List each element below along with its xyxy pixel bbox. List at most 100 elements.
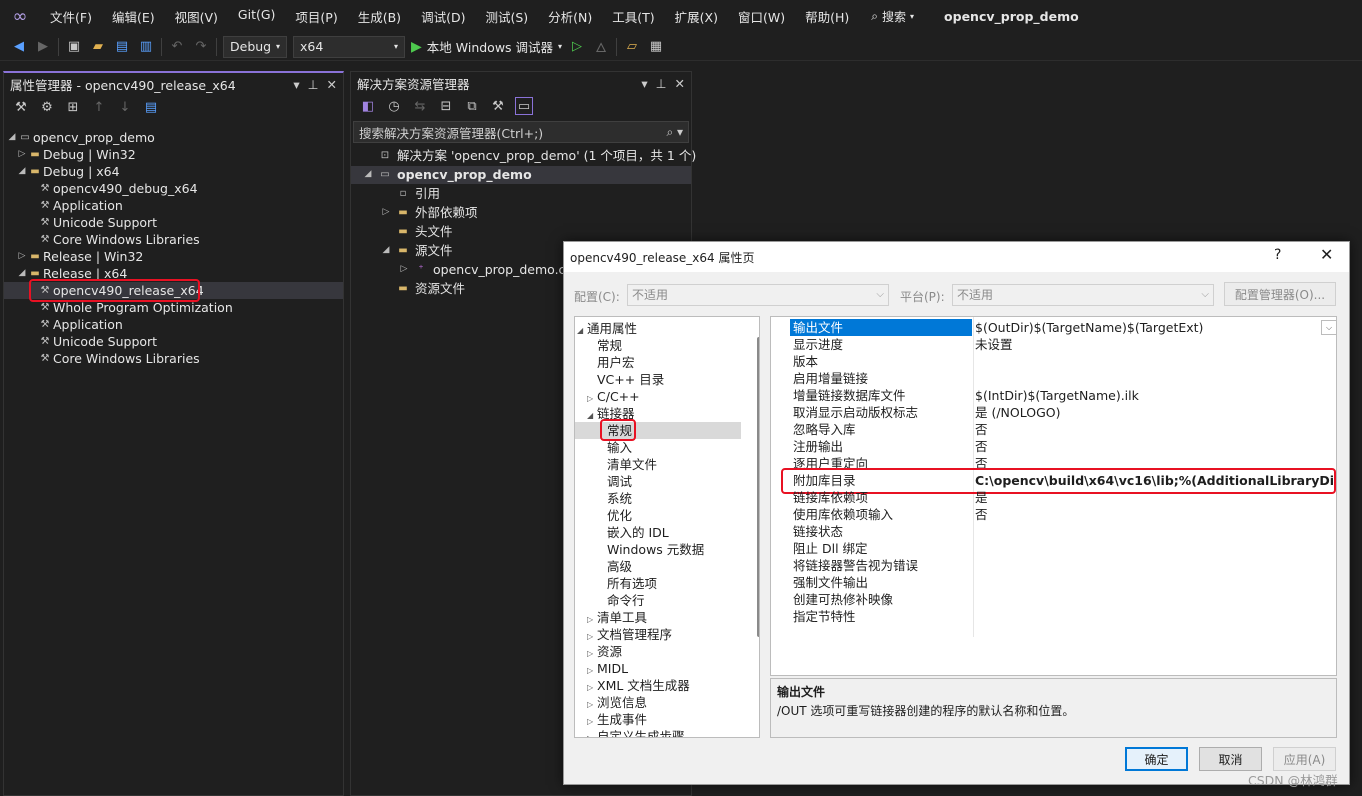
property-row[interactable]: 链接库依赖项 是 [771,489,1336,506]
forward-icon[interactable]: ▶ [34,38,52,56]
property-row[interactable]: 启用增量链接 [771,370,1336,387]
nav-item[interactable]: 常规 [587,337,622,354]
nav-item[interactable]: 高级 [597,558,632,575]
expanded-arrow-icon[interactable]: ◢ [363,166,373,183]
tree-item[interactable]: ◢ ▬ Debug | x64 [17,163,120,180]
nav-item[interactable]: 调试 [597,473,632,490]
move-up-icon[interactable]: ↑ [90,98,108,116]
apply-button[interactable]: 应用(A) [1273,747,1336,771]
run-debugger-button[interactable]: ▶ 本地 Windows 调试器 ▾ [411,37,562,56]
property-value[interactable]: 否 [975,438,988,455]
nav-item[interactable]: VC++ 目录 [587,371,664,388]
history-icon[interactable]: ◷ [385,97,403,115]
property-row[interactable]: 链接状态 [771,523,1336,540]
property-row[interactable]: 将链接器警告视为错误 [771,557,1336,574]
new-project-icon[interactable]: ▣ [65,38,83,56]
dropdown-icon[interactable]: ▾ [293,77,299,92]
move-down-icon[interactable]: ↓ [116,98,134,116]
dropdown-icon[interactable]: ▾ [641,76,647,91]
property-value[interactable]: 是 [975,489,988,506]
start-without-debug-icon[interactable]: ▷ [568,38,586,56]
menu-item[interactable]: Git(G) [228,7,286,26]
nav-item[interactable]: ▷ 生成事件 [587,711,647,728]
menu-item[interactable]: 视图(V) [165,7,228,26]
property-value[interactable]: 是 (/NOLOGO) [975,404,1061,421]
nav-item[interactable]: 嵌入的 IDL [597,524,669,541]
collapsed-arrow-icon[interactable]: ▷ [399,261,409,278]
tree-item[interactable]: ⊡ 解决方案 'opencv_prop_demo' (1 个项目，共 1 个) [363,147,696,164]
menu-item[interactable]: 帮助(H) [795,7,859,26]
property-row[interactable]: 取消显示启动版权标志 是 (/NOLOGO) [771,404,1336,421]
tree-item[interactable]: ⚒ Whole Program Optimization [27,299,233,316]
help-button[interactable]: ? [1274,247,1281,263]
expanded-arrow-icon[interactable]: ◢ [577,322,587,339]
nav-item[interactable]: ▷ 资源 [587,643,622,660]
tree-item[interactable]: ◢ ▭ opencv_prop_demo [363,166,532,183]
nav-scrollbar[interactable] [757,337,759,637]
menu-item[interactable]: 文件(F) [40,7,102,26]
nav-item[interactable]: 系统 [597,490,632,507]
nav-item[interactable]: ▷ MIDL [587,660,628,677]
tree-item[interactable]: ▬ 头文件 [381,223,452,240]
nav-item[interactable]: ▷ 文档管理程序 [587,626,672,643]
property-value[interactable]: 否 [975,506,988,523]
show-all-files-icon[interactable]: ⧉ [463,97,481,115]
close-icon[interactable]: ✕ [1320,245,1333,264]
property-row[interactable]: 指定节特性 [771,608,1336,625]
menu-item[interactable]: 编辑(E) [102,7,165,26]
menu-item[interactable]: 扩展(X) [665,7,728,26]
property-row[interactable]: 增量链接数据库文件 $(IntDir)$(TargetName).ilk [771,387,1336,404]
property-row[interactable]: 版本 [771,353,1336,370]
expanded-arrow-icon[interactable]: ◢ [381,242,391,259]
search-button[interactable]: ⌕ 搜索 ▾ [859,8,926,25]
nav-item[interactable]: ▷自定义生成步骤 [587,728,685,737]
nav-item[interactable]: 输入 [597,439,632,456]
menu-item[interactable]: 调试(D) [411,7,475,26]
tree-item[interactable]: ▷ ▬ Release | Win32 [17,248,144,265]
expanded-arrow-icon[interactable]: ◢ [17,265,27,282]
property-row[interactable]: 创建可热修补映像 [771,591,1336,608]
new-property-sheet-icon[interactable]: ⊞ [64,98,82,116]
tree-item[interactable]: ⚒ opencv490_debug_x64 [27,180,198,197]
ok-button[interactable]: 确定 [1125,747,1188,771]
nav-item[interactable]: ▷ XML 文档生成器 [587,677,690,694]
tree-item[interactable]: ▷ ▬ Debug | Win32 [17,146,136,163]
menu-item[interactable]: 窗口(W) [728,7,795,26]
menu-item[interactable]: 分析(N) [538,7,602,26]
preview-icon[interactable]: ▭ [515,97,533,115]
property-row[interactable]: 注册输出 否 [771,438,1336,455]
value-dropdown-icon[interactable]: ⌵ [1321,320,1336,335]
tree-item[interactable]: ⚒ Application [27,316,123,333]
nav-item[interactable]: 优化 [597,507,632,524]
tree-item[interactable]: ◢ ▭ opencv_prop_demo [7,129,155,146]
back-icon[interactable]: ◀ [10,38,28,56]
tree-item[interactable]: ▷ ▬ 外部依赖项 [381,204,478,221]
config-manager-button[interactable]: 配置管理器(O)... [1224,282,1336,306]
menu-item[interactable]: 工具(T) [602,7,664,26]
config-select[interactable]: Debug ▾ [223,35,287,58]
tree-item[interactable]: ⚒ Unicode Support [27,214,158,231]
nav-item[interactable]: 所有选项 [597,575,657,592]
property-row[interactable]: 显示进度 未设置 [771,336,1336,353]
undo-icon[interactable]: ↶ [168,38,186,56]
nav-item[interactable]: Windows 元数据 [597,541,704,558]
property-value[interactable]: 未设置 [975,336,1013,353]
menu-item[interactable]: 测试(S) [475,7,538,26]
sync-icon[interactable]: ⇆ [411,97,429,115]
wrench-icon[interactable]: ⚒ [12,98,30,116]
window-layout-icon[interactable]: ▦ [647,38,665,56]
tree-item[interactable]: ⚒ Unicode Support [27,333,158,350]
property-row[interactable]: 输出文件 $(OutDir)$(TargetName)$(TargetExt) [771,319,1336,336]
platform-combo[interactable]: 不适用 ⌵ [952,284,1214,306]
tree-item[interactable]: ⚒ Core Windows Libraries [27,231,200,248]
hot-reload-icon[interactable]: 🜂 [592,38,610,56]
nav-item[interactable]: ▷ 浏览信息 [587,694,647,711]
tree-item[interactable]: ◢ ▬ 源文件 [381,242,453,259]
property-row[interactable]: 阻止 Dll 绑定 [771,540,1336,557]
collapsed-arrow-icon[interactable]: ▷ [381,204,391,221]
save-icon[interactable]: ▤ [142,98,160,116]
solution-folder-icon[interactable]: ▱ [623,38,641,56]
collapse-all-icon[interactable]: ⊟ [437,97,455,115]
property-value[interactable]: 否 [975,421,988,438]
menu-item[interactable]: 项目(P) [285,7,347,26]
